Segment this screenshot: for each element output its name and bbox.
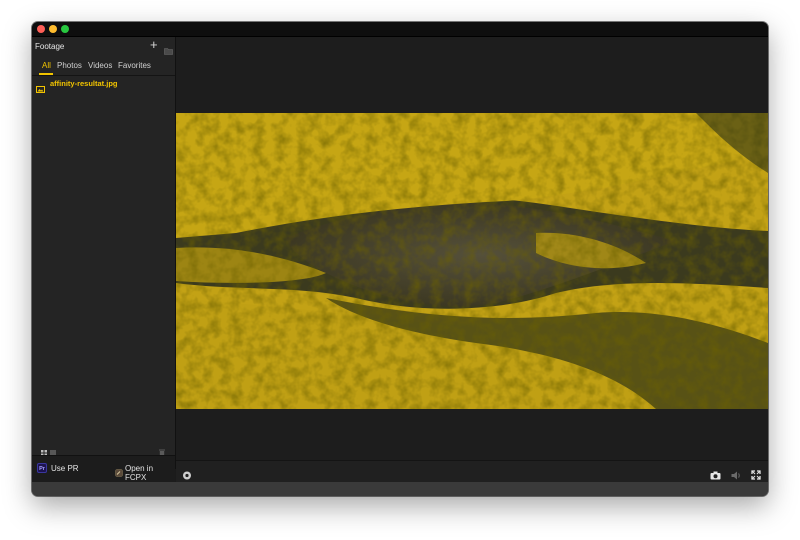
- tab-photos[interactable]: Photos: [57, 61, 82, 70]
- plus-icon[interactable]: +: [150, 38, 158, 51]
- sidebar-footer: Pr Use PR Open in FCPX: [32, 455, 175, 484]
- status-bar: [32, 482, 768, 496]
- image-icon: [36, 80, 45, 98]
- player-toolbar: [176, 460, 768, 483]
- active-tab-indicator: [39, 73, 53, 75]
- footage-sidebar: Footage + All Photos Videos Favorites af…: [32, 37, 176, 484]
- premiere-icon: Pr: [37, 463, 47, 473]
- tab-favorites[interactable]: Favorites: [118, 61, 151, 70]
- file-name: affinity-resultat.jpg: [50, 79, 118, 88]
- filter-tabs: All Photos Videos Favorites: [32, 57, 175, 76]
- final-cut-icon: [115, 464, 123, 482]
- tab-videos[interactable]: Videos: [88, 61, 112, 70]
- title-bar: [32, 22, 768, 37]
- tab-all[interactable]: All: [42, 61, 51, 70]
- image-preview[interactable]: [176, 113, 768, 409]
- maximize-window-button[interactable]: [61, 25, 69, 33]
- sidebar-title: Footage: [35, 42, 65, 51]
- minimize-window-button[interactable]: [49, 25, 57, 33]
- open-in-fcpx-button[interactable]: Open in FCPX: [125, 464, 175, 482]
- close-window-button[interactable]: [37, 25, 45, 33]
- preview-image: [176, 113, 768, 409]
- app-window: Footage + All Photos Videos Favorites af…: [32, 22, 768, 496]
- use-pr-button[interactable]: Use PR: [51, 464, 79, 473]
- preview-area: [176, 37, 768, 460]
